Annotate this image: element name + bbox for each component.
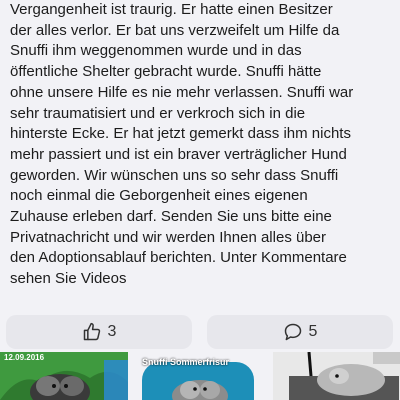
- dog-photo-icon: [273, 352, 400, 400]
- photo-date-caption: 12.09.2016: [4, 353, 45, 362]
- photo-thumbnail[interactable]: Snuffi Sommerfrisur: [134, 352, 266, 400]
- like-count: 3: [107, 323, 117, 340]
- like-button[interactable]: 3: [6, 315, 192, 349]
- photo-strip: 12.09.2016 Snuffi Sommerfrisur: [0, 352, 400, 400]
- comment-button[interactable]: 5: [207, 315, 393, 349]
- comment-count: 5: [308, 323, 318, 340]
- post-action-bar: 3 5: [0, 313, 400, 351]
- photo-thumbnail[interactable]: [273, 352, 400, 400]
- photo-caption: Snuffi Sommerfrisur: [142, 357, 230, 367]
- comment-bubble-icon: [283, 322, 303, 342]
- post-body-text: Vergangenheit ist traurig. Er hatte eine…: [0, 0, 400, 312]
- thumbs-up-icon: [82, 322, 102, 342]
- photo-thumbnail[interactable]: 12.09.2016: [0, 352, 128, 400]
